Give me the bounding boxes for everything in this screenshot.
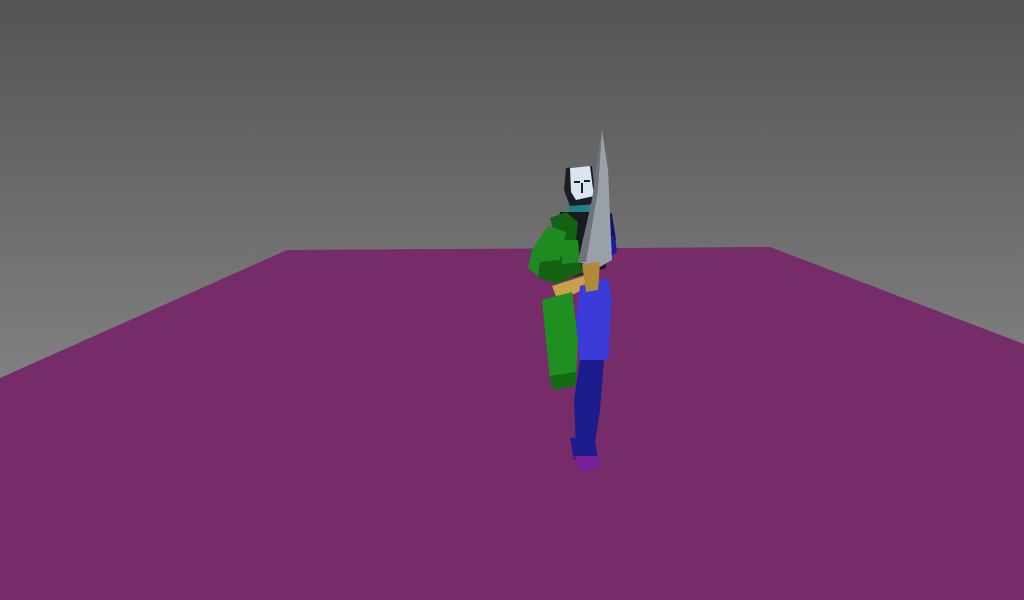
3d-scene[interactable] bbox=[0, 0, 1024, 600]
nose bbox=[581, 183, 583, 193]
game-viewport[interactable] bbox=[0, 0, 1024, 600]
right-hand bbox=[560, 240, 580, 264]
eye-right bbox=[584, 180, 590, 182]
eye-left bbox=[574, 181, 580, 183]
